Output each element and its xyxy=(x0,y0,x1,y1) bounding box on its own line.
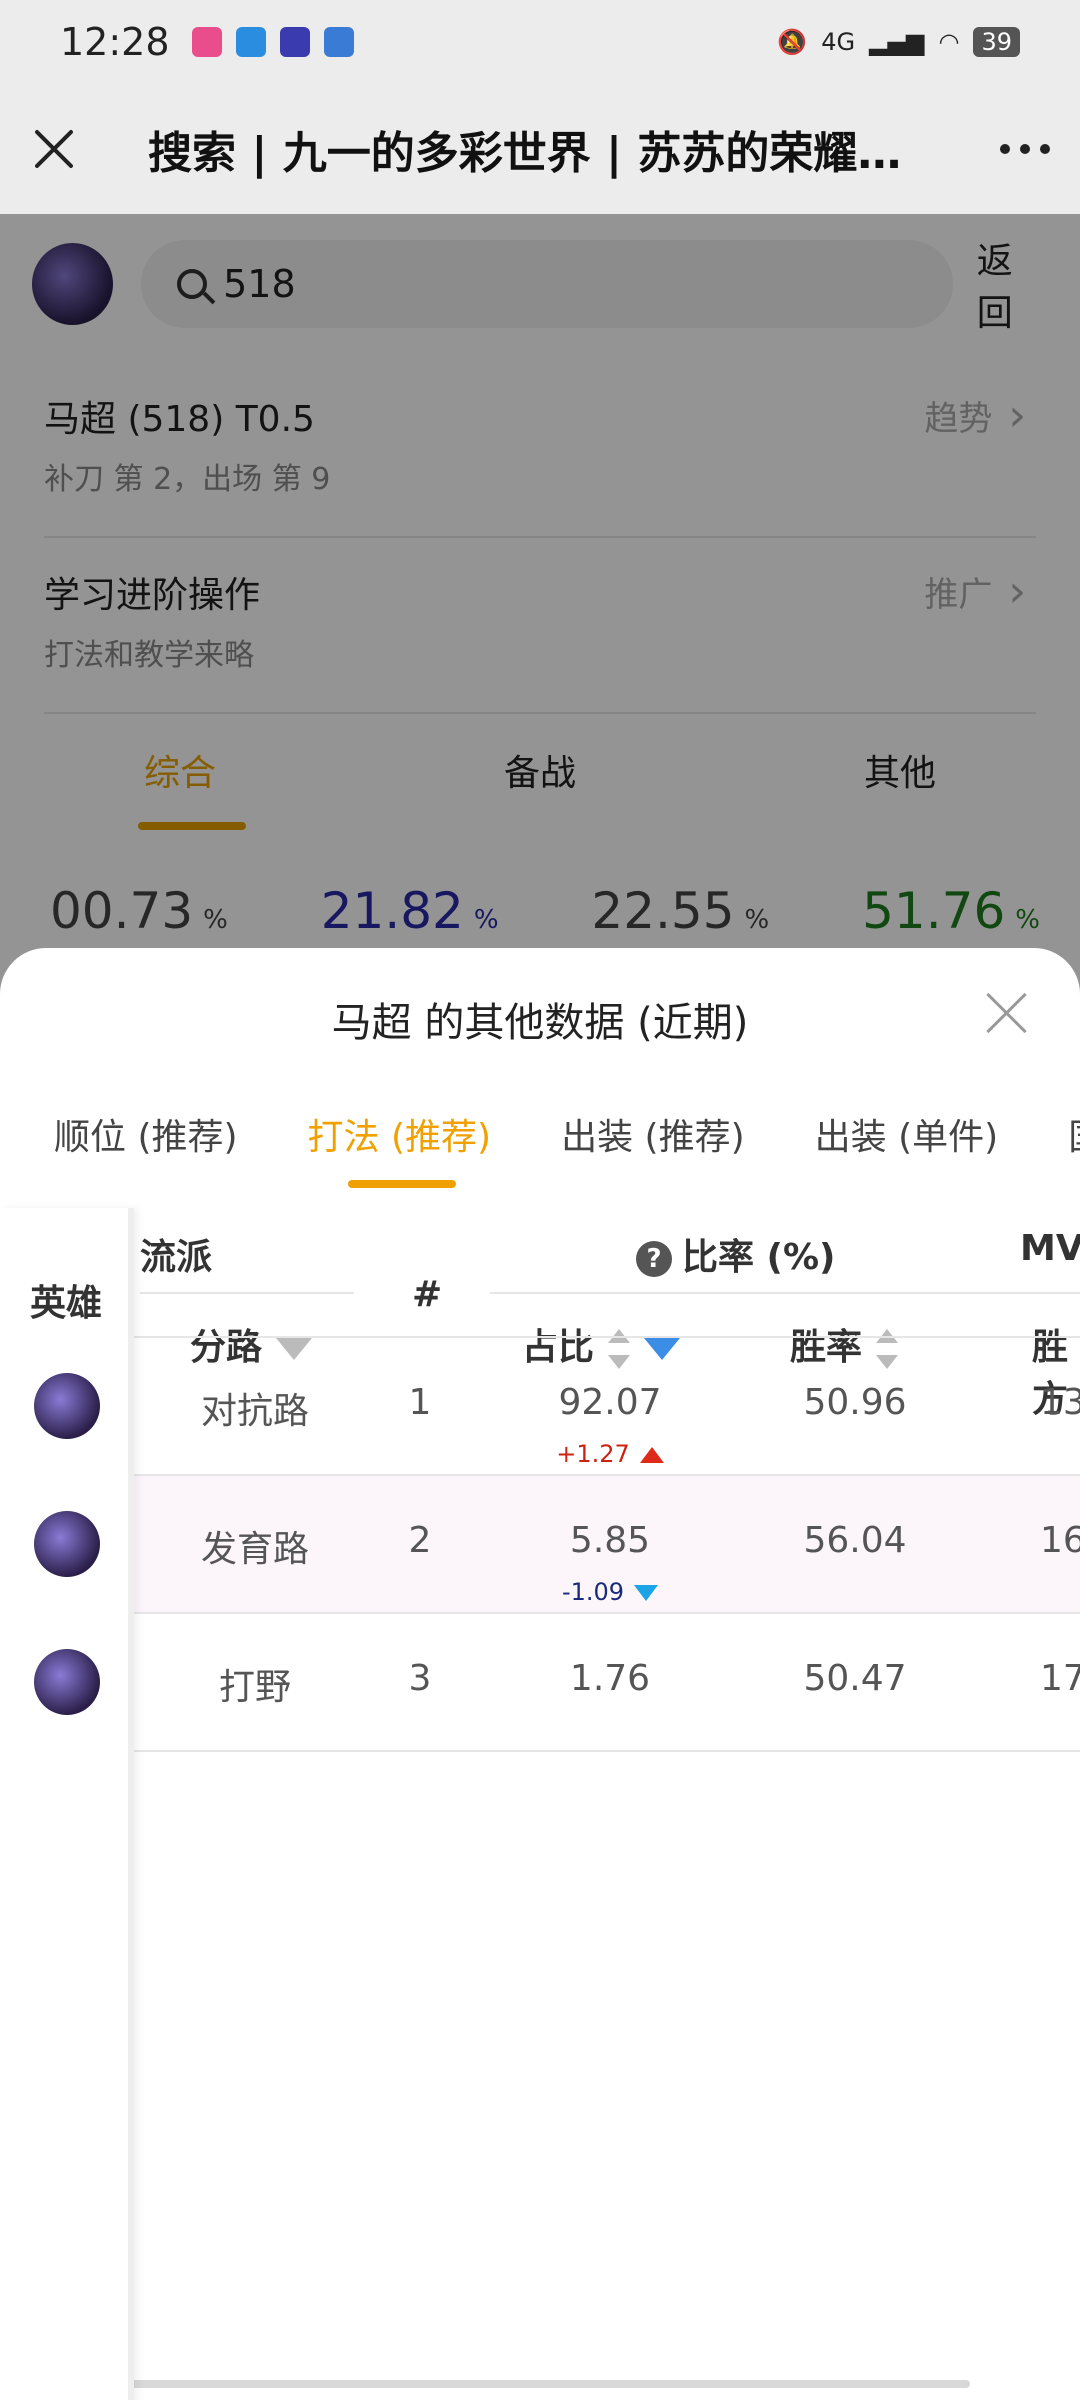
divider xyxy=(0,1612,1080,1614)
close-icon[interactable] xyxy=(30,125,78,173)
divider xyxy=(0,1750,1080,1752)
tab-item[interactable]: 出装 (单件) xyxy=(815,1108,999,1160)
horizontal-scrollbar[interactable] xyxy=(120,2380,970,2388)
hero-avatar[interactable] xyxy=(34,1511,100,1577)
mute-icon: 🔕 xyxy=(777,28,808,56)
divider xyxy=(0,1336,1080,1338)
cell-lane: 发育路 xyxy=(200,1529,309,1570)
status-bar: 12:28 🔕 4G ▂▄▆ ◠ 39 xyxy=(0,0,1080,84)
delta-up: +1.27 xyxy=(520,1440,700,1468)
help-icon[interactable]: ? xyxy=(636,1241,672,1277)
status-right: 🔕 4G ▂▄▆ ◠ 39 xyxy=(777,27,1020,57)
app-icon xyxy=(191,27,222,57)
tab-underline xyxy=(348,1180,456,1188)
cell-lane: 对抗路 xyxy=(200,1391,309,1432)
filter-active-icon[interactable] xyxy=(644,1338,681,1360)
hero-avatar[interactable] xyxy=(34,1373,100,1439)
tab-more[interactable]: 国 xyxy=(1068,1108,1080,1160)
app-icon xyxy=(323,27,354,57)
col-header-share[interactable]: 占比 xyxy=(522,1318,681,1370)
app-icon xyxy=(235,27,266,57)
cell-rank: 2 xyxy=(408,1520,432,1561)
notification-icons xyxy=(191,27,354,57)
signal-icon: ▂▄▆ xyxy=(869,28,925,56)
arrow-down-icon xyxy=(634,1585,659,1601)
nav-bar: 搜索 | 九一的多彩世界 | 苏苏的荣耀… xyxy=(0,84,1080,214)
battery-level: 39 xyxy=(973,27,1020,57)
col-header-winrate[interactable]: 胜率 xyxy=(790,1318,899,1370)
cell-winrate: 50.96 xyxy=(803,1382,907,1423)
group-header-mvp: MV xyxy=(1020,1228,1080,1269)
col-header-rank[interactable]: # xyxy=(412,1274,442,1315)
status-time: 12:28 xyxy=(60,20,170,64)
close-sheet-icon[interactable] xyxy=(984,990,1030,1036)
hero-column: 英雄 xyxy=(0,1208,134,2400)
cell-mvp: 17 xyxy=(1040,1658,1080,1699)
tab-build[interactable]: 出装 (推荐) xyxy=(561,1108,745,1160)
cell-share: 1.76 xyxy=(569,1658,651,1699)
sort-icon[interactable] xyxy=(608,1329,631,1369)
cell-mvp: 13 xyxy=(1040,1382,1080,1423)
sort-icon[interactable] xyxy=(876,1329,899,1369)
cell-winrate: 50.47 xyxy=(803,1658,907,1699)
cell-mvp: 16 xyxy=(1040,1520,1080,1561)
col-header-hero: 英雄 xyxy=(30,1283,103,1324)
cell-rank: 3 xyxy=(408,1658,432,1699)
delta-down: -1.09 xyxy=(520,1578,700,1606)
col-header-lane[interactable]: 分路 xyxy=(190,1318,313,1370)
network-label: 4G xyxy=(821,28,856,56)
sheet-tabs: 顺位 (推荐) 打法 (推荐) 出装 (推荐) 出装 (单件) 国 xyxy=(54,1108,1080,1160)
page-title: 搜索 | 九一的多彩世界 | 苏苏的荣耀… xyxy=(148,128,902,179)
app-icon xyxy=(279,27,310,57)
bottom-sheet: 马超 的其他数据 (近期) 顺位 (推荐) 打法 (推荐) 出装 (推荐) 出装… xyxy=(0,948,1080,2400)
group-header-rate: ? 比率 (%) xyxy=(636,1228,836,1280)
wifi-icon: ◠ xyxy=(938,28,960,56)
cell-winrate: 56.04 xyxy=(803,1520,907,1561)
hero-avatar[interactable] xyxy=(34,1649,100,1715)
filter-icon[interactable] xyxy=(276,1338,313,1360)
more-icon[interactable] xyxy=(1000,144,1050,154)
tab-playstyle[interactable]: 打法 (推荐) xyxy=(308,1108,492,1160)
arrow-up-icon xyxy=(639,1447,664,1463)
group-header-school: 流派 xyxy=(140,1237,213,1278)
cell-lane: 打野 xyxy=(218,1667,291,1708)
sheet-title: 马超 的其他数据 (近期) xyxy=(331,1000,749,1046)
tab-position[interactable]: 顺位 (推荐) xyxy=(54,1108,238,1160)
cell-rank: 1 xyxy=(408,1382,432,1423)
cell-share: 92.07 xyxy=(558,1382,662,1423)
cell-share: 5.85 xyxy=(569,1520,651,1561)
